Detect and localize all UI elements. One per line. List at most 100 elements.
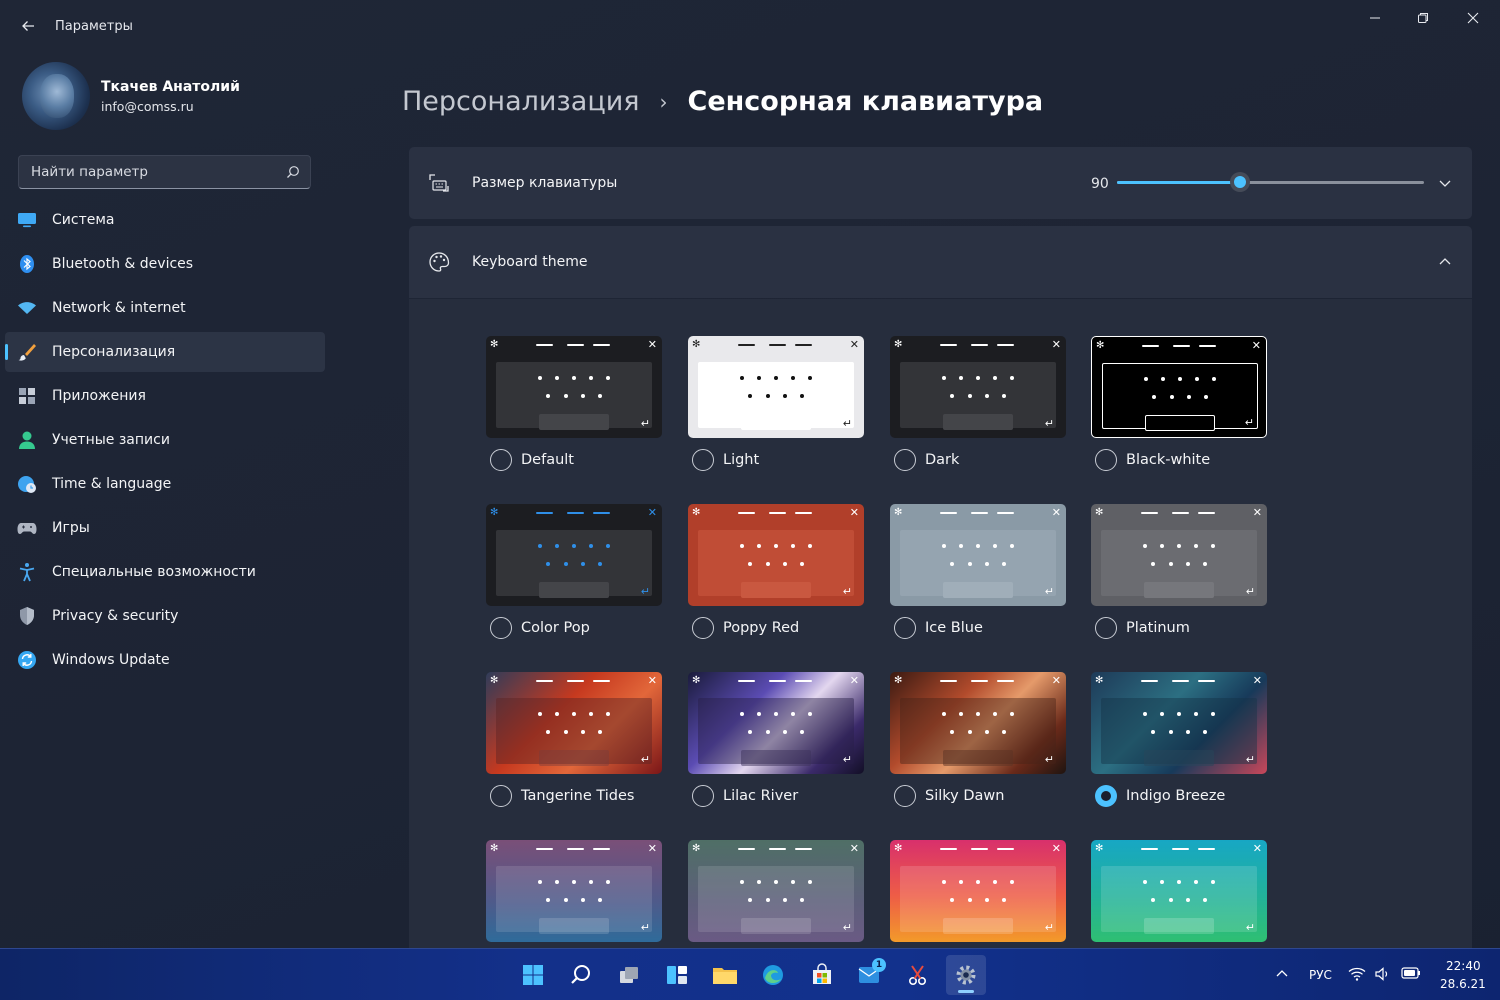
key-dot [942,544,946,548]
sidebar-item-network[interactable]: Network & internet [5,288,325,328]
clock-date[interactable]: 28.6.21 [1440,977,1486,991]
sidebar-item-accounts[interactable]: Учетные записи [5,420,325,460]
theme-preview[interactable]: ✻ ✕ ↵ [486,336,662,438]
taskbar-app-search[interactable] [561,955,601,995]
theme-option[interactable]: Color Pop [490,617,590,639]
avatar[interactable] [22,62,90,130]
taskbar-app-file-explorer[interactable] [705,955,745,995]
sidebar-item-time-language[interactable]: Time & language [5,464,325,504]
theme-radio[interactable] [692,449,714,471]
theme-name: Dark [925,452,960,468]
sidebar-item-personalization[interactable]: Персонализация [5,332,325,372]
sidebar-item-accessibility[interactable]: Специальные возможности [5,552,325,592]
theme-preview[interactable]: ✻ ✕ ↵ [688,672,864,774]
theme-preview[interactable]: ✻ ✕ ↵ [890,336,1066,438]
theme-option[interactable]: Platinum [1095,617,1190,639]
drag-handle-icon [593,848,610,850]
close-button[interactable] [1450,4,1496,32]
theme-radio[interactable] [1095,449,1117,471]
sidebar-item-privacy[interactable]: Privacy & security [5,596,325,636]
taskbar-app-start[interactable] [513,955,553,995]
theme-option[interactable]: Tangerine Tides [490,785,635,807]
taskbar-app-task-view[interactable] [609,955,649,995]
search-icon[interactable] [286,165,300,179]
network-tray-button[interactable] [1348,966,1366,982]
theme-option[interactable]: Lilac River [692,785,798,807]
taskbar-app-edge[interactable] [753,955,793,995]
theme-preview[interactable]: ✻ ✕ ↵ [688,840,864,942]
theme-preview[interactable]: ✻ ✕ ↵ [890,672,1066,774]
theme-radio[interactable] [894,785,916,807]
task-view-icon [617,963,641,987]
sidebar-item-windows-update[interactable]: Windows Update [5,640,325,680]
key-dot [950,730,954,734]
theme-option[interactable]: Black-white [1095,449,1210,471]
theme-preview[interactable]: ✻ ✕ ↵ [486,672,662,774]
drag-handle-icon [971,512,988,514]
sidebar-item-gaming[interactable]: Игры [5,508,325,548]
sidebar-item-system[interactable]: Система [5,200,325,240]
theme-option[interactable]: Default [490,449,574,471]
taskbar-app-snipping-tool[interactable] [898,955,938,995]
taskbar-app-store[interactable] [802,955,842,995]
enter-key-icon: ↵ [1044,753,1054,766]
tray-overflow-button[interactable] [1274,966,1290,982]
theme-radio[interactable] [894,617,916,639]
key-dot [606,712,610,716]
close-icon: ✕ [1252,842,1262,855]
keyboard-size-slider[interactable] [1117,172,1424,192]
theme-preview[interactable]: ✻ ✕ ↵ [688,336,864,438]
chevron-up-icon[interactable] [1437,254,1453,270]
key-dot [740,880,744,884]
search-input[interactable] [19,164,269,180]
edge-icon [761,963,785,987]
taskbar-app-settings[interactable] [946,955,986,995]
theme-option[interactable]: Poppy Red [692,617,799,639]
battery-tray-button[interactable] [1401,966,1421,980]
theme-preview[interactable]: ✻ ✕ ↵ [1091,672,1267,774]
slider-thumb[interactable] [1229,172,1250,192]
theme-preview[interactable]: ✻ ✕ ↵ [486,840,662,942]
theme-radio[interactable] [894,449,916,471]
gear-icon: ✻ [894,675,903,686]
theme-option[interactable]: Light [692,449,759,471]
sidebar-item-apps[interactable]: Приложения [5,376,325,416]
maximize-button[interactable] [1400,4,1446,32]
spacebar [1144,918,1214,934]
theme-preview[interactable]: ✻ ✕ ↵ [486,504,662,606]
taskbar-app-mail[interactable]: 1 [850,955,890,995]
key-dot [572,376,576,380]
minimize-button[interactable] [1352,4,1398,32]
drag-handle-icon [593,512,610,514]
theme-preview[interactable]: ✻ ✕ ↵ [1091,504,1267,606]
theme-option[interactable]: Ice Blue [894,617,983,639]
breadcrumb-parent[interactable]: Персонализация [402,86,640,117]
theme-radio[interactable] [1095,785,1117,807]
theme-radio[interactable] [490,449,512,471]
theme-radio[interactable] [490,785,512,807]
gear-icon: ✻ [692,675,701,686]
taskbar-app-widgets[interactable] [657,955,697,995]
sidebar-item-bluetooth[interactable]: Bluetooth & devices [5,244,325,284]
key-dot [942,376,946,380]
keyboard-size-card[interactable]: Размер клавиатуры 90 [409,147,1472,219]
theme-preview[interactable]: ✻ ✕ ↵ [890,504,1066,606]
volume-tray-button[interactable] [1374,966,1390,982]
theme-option[interactable]: Dark [894,449,959,471]
theme-preview[interactable]: ✻ ✕ ↵ [1091,336,1267,438]
chevron-down-icon[interactable] [1437,175,1453,191]
input-language[interactable]: РУС [1309,968,1332,982]
theme-radio[interactable] [692,785,714,807]
keyboard-theme-header[interactable]: Keyboard theme [409,226,1472,298]
theme-radio[interactable] [692,617,714,639]
theme-option[interactable]: Indigo Breeze [1095,785,1225,807]
theme-radio[interactable] [1095,617,1117,639]
theme-preview[interactable]: ✻ ✕ ↵ [890,840,1066,942]
spacebar [741,918,811,934]
theme-option[interactable]: Silky Dawn [894,785,1004,807]
theme-preview[interactable]: ✻ ✕ ↵ [688,504,864,606]
clock-time[interactable]: 22:40 [1446,959,1481,973]
back-button[interactable] [14,12,42,40]
theme-preview[interactable]: ✻ ✕ ↵ [1091,840,1267,942]
theme-radio[interactable] [490,617,512,639]
